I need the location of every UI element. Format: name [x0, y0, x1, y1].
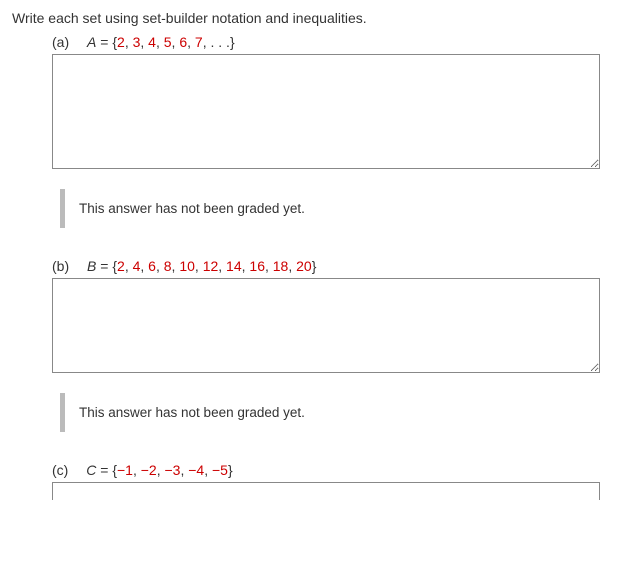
part-a-n5: 7 [195, 34, 203, 50]
part-b-n8: 18 [273, 258, 289, 274]
part-a-prompt: (a) A = {2, 3, 4, 5, 6, 7, . . .} [52, 34, 624, 50]
part-a-n0: 2 [117, 34, 125, 50]
part-b-n7: 16 [249, 258, 265, 274]
part-b-s1: , [140, 258, 148, 274]
part-b-n4: 10 [179, 258, 195, 274]
part-b-close: } [312, 258, 317, 274]
part-a-label: (a) [52, 34, 69, 50]
part-c-s0: , [133, 462, 141, 478]
part-b-n0: 2 [117, 258, 125, 274]
part-a-n4: 6 [179, 34, 187, 50]
part-b-s5: , [218, 258, 226, 274]
part-a-close: } [230, 34, 235, 50]
part-c-answer-input[interactable] [52, 482, 600, 500]
part-b-grading-note: This answer has not been graded yet. [60, 393, 624, 432]
part-c-s1: , [157, 462, 165, 478]
part-b-answer-input[interactable] [52, 278, 600, 373]
part-a-grading-text: This answer has not been graded yet. [79, 189, 305, 228]
part-a-s0: , [125, 34, 133, 50]
part-b-n5: 12 [203, 258, 219, 274]
part-b-s0: , [125, 258, 133, 274]
part-a-n3: 5 [164, 34, 172, 50]
part-c-prompt: (c) C = {−1, −2, −3, −4, −5} [52, 462, 624, 478]
part-b-s2: , [156, 258, 164, 274]
part-c: (c) C = {−1, −2, −3, −4, −5} [52, 462, 624, 500]
part-b: (b) B = {2, 4, 6, 8, 10, 12, 14, 16, 18,… [52, 258, 624, 432]
part-b-n2: 6 [148, 258, 156, 274]
part-a-s4: , [187, 34, 195, 50]
part-a-var: A [87, 34, 96, 50]
part-c-var: C [86, 462, 96, 478]
part-c-eq: = [96, 462, 112, 478]
part-b-grading-text: This answer has not been graded yet. [79, 393, 305, 432]
part-b-s8: , [288, 258, 296, 274]
grading-bar-icon [60, 393, 65, 432]
part-a-eq: = [96, 34, 112, 50]
part-b-eq: = [96, 258, 112, 274]
part-b-n3: 8 [164, 258, 172, 274]
part-b-prompt: (b) B = {2, 4, 6, 8, 10, 12, 14, 16, 18,… [52, 258, 624, 274]
part-c-s3: , [204, 462, 212, 478]
part-a-n2: 4 [148, 34, 156, 50]
part-c-n4: −5 [212, 462, 228, 478]
part-a-s1: , [140, 34, 148, 50]
part-a-grading-note: This answer has not been graded yet. [60, 189, 624, 228]
part-c-close: } [228, 462, 233, 478]
part-c-n3: −4 [188, 462, 204, 478]
grading-bar-icon [60, 189, 65, 228]
part-c-n1: −2 [141, 462, 157, 478]
part-a-tail: , . . . [203, 34, 230, 50]
part-b-label: (b) [52, 258, 69, 274]
question-stem: Write each set using set-builder notatio… [12, 10, 624, 26]
part-a: (a) A = {2, 3, 4, 5, 6, 7, . . .} This a… [52, 34, 624, 228]
part-b-n6: 14 [226, 258, 242, 274]
part-c-label: (c) [52, 462, 68, 478]
part-c-n2: −3 [165, 462, 181, 478]
part-c-n0: −1 [117, 462, 133, 478]
part-a-answer-input[interactable] [52, 54, 600, 169]
part-b-s7: , [265, 258, 273, 274]
part-b-n9: 20 [296, 258, 312, 274]
part-a-s2: , [156, 34, 164, 50]
part-b-var: B [87, 258, 96, 274]
part-b-s4: , [195, 258, 203, 274]
